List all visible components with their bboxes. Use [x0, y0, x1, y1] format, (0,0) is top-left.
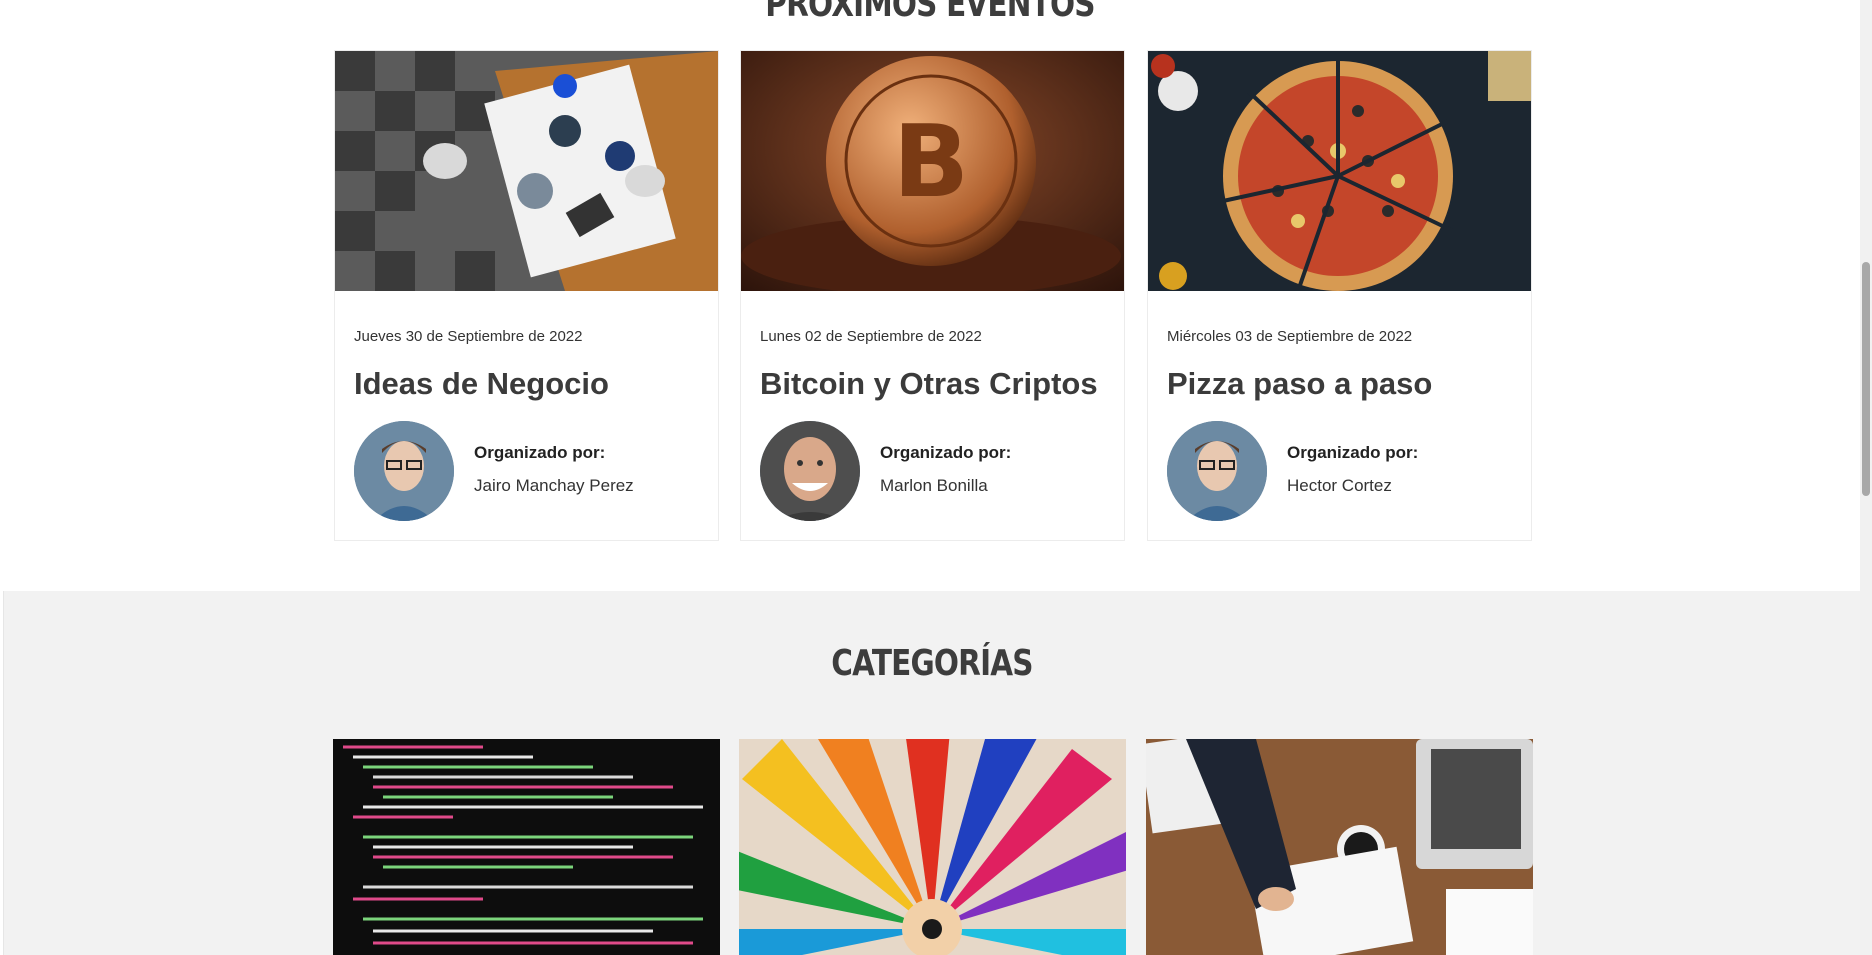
events-section-title: PRÓXIMOS EVENTOS	[765, 0, 1095, 25]
events-section: PRÓXIMOS EVENTOS Jueves 30 de Septiembre…	[0, 0, 1860, 591]
event-date: Miércoles 03 de Septiembre de 2022	[1167, 328, 1413, 345]
organizer-avatar	[1167, 421, 1267, 521]
category-image-office[interactable]	[1146, 739, 1533, 955]
organizer-name: Marlon Bonilla	[880, 476, 988, 495]
categories-section: CATEGORÍAS	[4, 591, 1860, 955]
organizer-name: Hector Cortez	[1287, 476, 1392, 495]
event-date: Lunes 02 de Septiembre de 2022	[760, 328, 982, 345]
event-image-pizza[interactable]	[1148, 51, 1531, 291]
event-card[interactable]: Jueves 30 de Septiembre de 2022 Ideas de…	[334, 50, 719, 541]
category-image-code[interactable]	[333, 739, 720, 955]
event-title[interactable]: Pizza paso a paso	[1167, 366, 1432, 402]
page: PRÓXIMOS EVENTOS Jueves 30 de Septiembre…	[0, 0, 1872, 955]
organizer-name: Jairo Manchay Perez	[474, 476, 634, 495]
organizer-avatar	[760, 421, 860, 521]
event-card[interactable]: Miércoles 03 de Septiembre de 2022 Pizza…	[1147, 50, 1532, 541]
event-image-bitcoin[interactable]: B	[741, 51, 1124, 291]
categories-section-title: CATEGORÍAS	[831, 643, 1033, 684]
event-date: Jueves 30 de Septiembre de 2022	[354, 328, 583, 345]
category-image-pencils[interactable]	[739, 739, 1126, 955]
event-title[interactable]: Ideas de Negocio	[354, 366, 609, 402]
organizer-label: Organizado por:	[1287, 443, 1419, 462]
event-card[interactable]: B Lunes 02 de Septiembre de 2022 Bitcoin…	[740, 50, 1125, 541]
event-title[interactable]: Bitcoin y Otras Criptos	[760, 366, 1098, 402]
page-scrollbar[interactable]	[1860, 0, 1872, 955]
event-image-business-meeting[interactable]	[335, 51, 718, 291]
scrollbar-thumb[interactable]	[1862, 262, 1870, 496]
organizer-label: Organizado por:	[880, 443, 1012, 462]
svg-text:B: B	[893, 103, 969, 220]
organizer-avatar	[354, 421, 454, 521]
organizer-label: Organizado por:	[474, 443, 606, 462]
